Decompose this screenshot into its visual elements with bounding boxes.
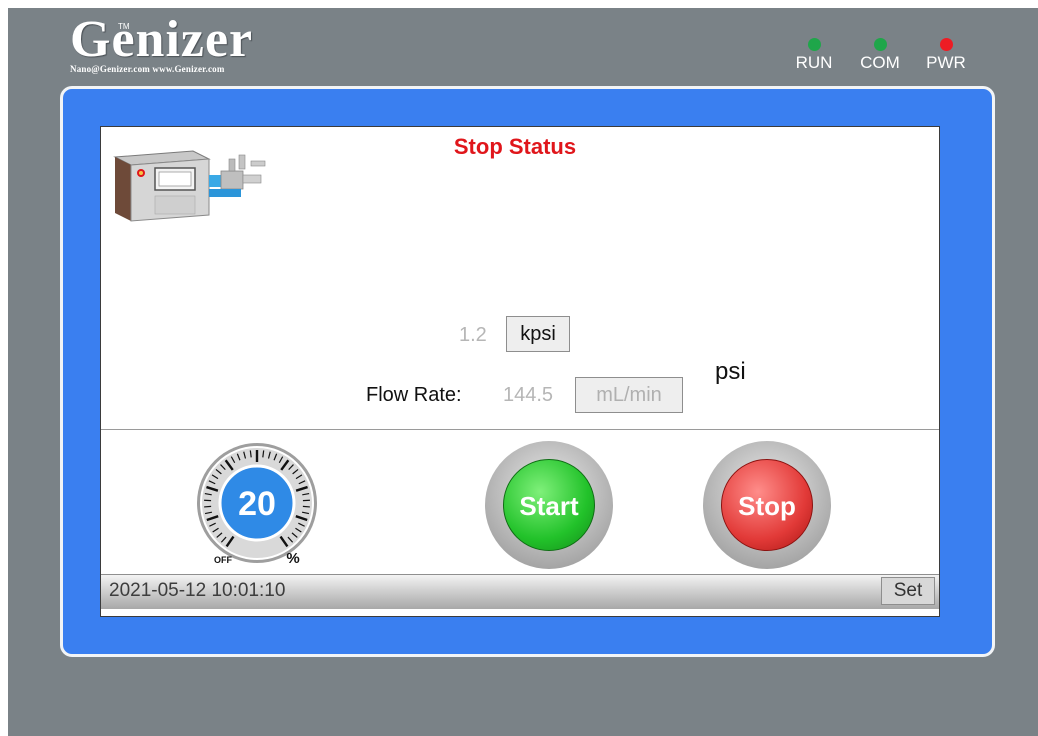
gauge-unit-label: psi (715, 358, 746, 385)
flow-rate-readout: 144.5 (503, 384, 554, 406)
genizer-logo: TM Genizer Nano@Genizer.com www.Genizer.… (70, 11, 254, 75)
pwr-indicator-label: PWR (926, 53, 966, 72)
run-led-icon (807, 38, 821, 51)
start-button-label: Start (503, 459, 595, 551)
stop-button[interactable]: Stop (703, 441, 831, 569)
logo-trademark: TM (118, 22, 130, 31)
start-button[interactable]: Start (485, 441, 613, 569)
control-panel: 20 OFF % Start Stop (101, 429, 939, 575)
flow-unit-button[interactable]: mL/min (575, 377, 683, 413)
dial-tick (204, 505, 212, 508)
run-indicator-label: RUN (795, 53, 833, 72)
stop-button-label: Stop (721, 459, 813, 551)
touch-screen: Stop Status 0500010000150002000025000300… (100, 126, 940, 617)
pressure-readout: 1.2 (459, 324, 487, 346)
dial-percent-label: % (286, 550, 299, 567)
dial-off-label: OFF (214, 555, 232, 565)
status-bar: 2021-05-12 10:01:10 Set (101, 574, 939, 609)
com-indicator-label: COM (860, 53, 900, 72)
set-button[interactable]: Set (881, 577, 935, 605)
flow-rate-label: Flow Rate: (366, 384, 462, 406)
com-indicator: COM (858, 38, 902, 72)
datetime-display: 2021-05-12 10:01:10 (109, 580, 286, 601)
pressure-unit-button[interactable]: kpsi (506, 316, 570, 352)
speed-dial-value: 20 (238, 485, 276, 523)
pwr-led-icon (939, 38, 953, 51)
com-led-icon (873, 38, 887, 51)
pwr-indicator: PWR (924, 38, 968, 72)
run-indicator: RUN (792, 38, 836, 72)
pressure-gauge-panel: Stop Status 0500010000150002000025000300… (101, 127, 939, 430)
logo-wordmark: Genizer (70, 11, 254, 68)
dial-tick (302, 505, 310, 508)
speed-dial[interactable]: 20 OFF % (187, 439, 327, 567)
